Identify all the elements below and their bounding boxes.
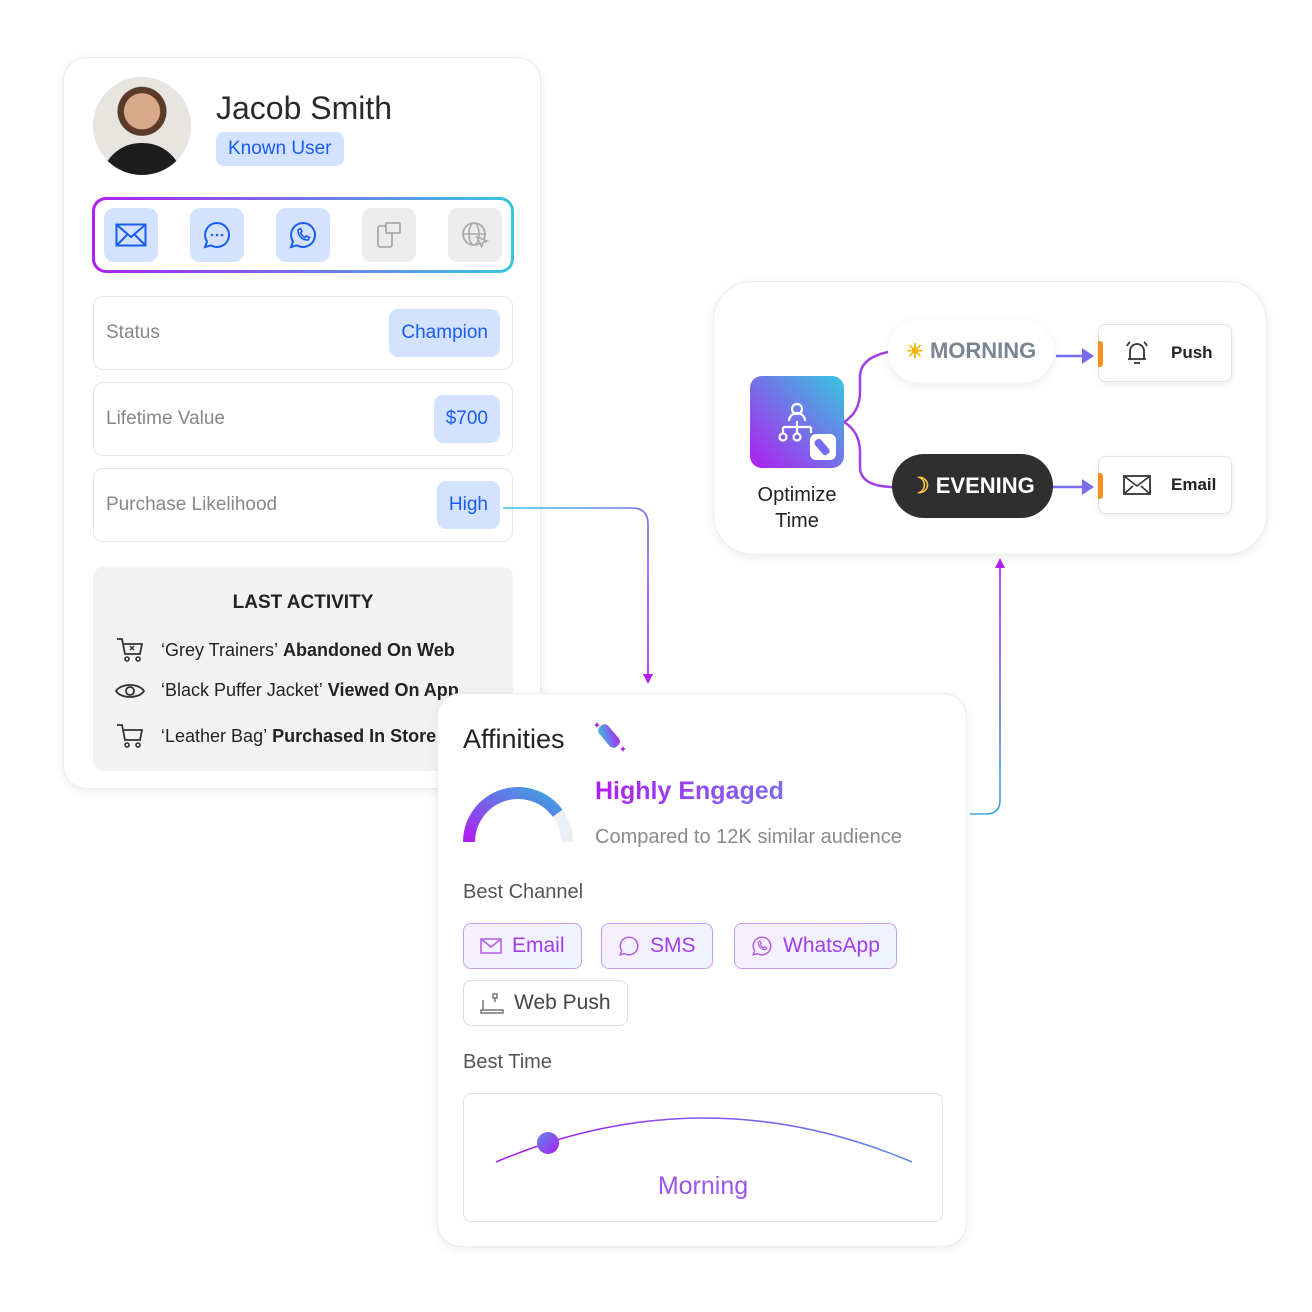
engagement-gauge xyxy=(463,787,573,843)
activity-item: ‘Grey Trainers’ Abandoned On Web xyxy=(115,636,455,664)
channel-whatsapp-button[interactable] xyxy=(276,208,330,262)
eye-icon xyxy=(115,683,145,698)
connector-affinities-to-optimize xyxy=(970,566,1001,815)
best-channel-web-push[interactable]: Web Push xyxy=(463,980,628,1026)
status-row: Status Champion xyxy=(93,296,513,370)
activity-item: ‘Leather Bag’ Purchased In Store xyxy=(115,722,436,750)
time-marker xyxy=(537,1132,559,1154)
channel-sms-button[interactable] xyxy=(190,208,244,262)
status-badge: Champion xyxy=(389,309,500,357)
best-channel-label: Best Channel xyxy=(463,881,584,903)
lifetime-value-row: Lifetime Value $700 xyxy=(93,382,513,456)
channel-email-button[interactable] xyxy=(104,208,158,262)
purchase-likelihood-badge: High xyxy=(436,481,500,529)
email-action-node[interactable]: Email xyxy=(1098,456,1232,514)
morning-node[interactable]: ☀ MORNING xyxy=(888,319,1055,383)
lifetime-value-badge: $700 xyxy=(433,395,500,443)
time-curve xyxy=(495,1117,913,1163)
cart-x-icon xyxy=(117,638,144,662)
web-globe-cursor-icon xyxy=(462,222,490,249)
purchase-likelihood-row: Purchase Likelihood High xyxy=(93,468,513,542)
optimize-time-card: Optimize Time ☀ MORNING ☽ EVENING Push Ema… xyxy=(713,281,1267,555)
in-app-message-icon xyxy=(377,222,401,248)
evening-node[interactable]: ☽ EVENING xyxy=(892,454,1053,518)
bell-icon xyxy=(1126,341,1148,364)
optimize-time-label: Optimize Time xyxy=(757,484,837,532)
best-time-value: Morning xyxy=(657,1172,749,1200)
web-push-icon xyxy=(480,993,504,1014)
comparison-text: Compared to 12K similar audience xyxy=(595,826,902,848)
channel-in-app-button[interactable] xyxy=(362,208,416,262)
user-profile-card: Jacob Smith Known User Status Champion Li… xyxy=(63,57,541,789)
affinities-title: Affinities xyxy=(463,724,565,754)
sms-chat-icon xyxy=(203,221,230,249)
push-action-node[interactable]: Push xyxy=(1098,324,1232,382)
best-time-label: Best Time xyxy=(463,1051,552,1073)
known-user-badge: Known User xyxy=(216,132,344,166)
email-icon xyxy=(480,938,502,954)
engagement-level: Highly Engaged xyxy=(595,777,784,805)
whatsapp-icon xyxy=(289,221,316,249)
best-channel-whatsapp[interactable]: WhatsApp xyxy=(734,923,897,969)
channel-web-button[interactable] xyxy=(448,208,502,262)
email-icon xyxy=(1123,475,1151,495)
cart-icon xyxy=(117,724,144,748)
sun-icon: ☀ xyxy=(906,340,924,363)
channel-icons-bar xyxy=(92,197,514,273)
affinities-card: Affinities Highly Engaged Compared to 12… xyxy=(437,693,967,1247)
user-name: Jacob Smith xyxy=(216,90,393,126)
activity-item: ‘Black Puffer Jacket’ Viewed On App xyxy=(115,680,459,701)
optimize-time-icon xyxy=(750,376,844,468)
whatsapp-icon xyxy=(752,936,772,956)
best-time-chart: Morning xyxy=(463,1093,943,1222)
sms-chat-icon xyxy=(619,936,639,956)
sparkle-ai-icon xyxy=(594,722,626,752)
best-channel-sms[interactable]: SMS xyxy=(601,923,713,969)
email-icon xyxy=(115,223,147,247)
last-activity-title: LAST ACTIVITY xyxy=(232,592,374,613)
best-channel-email[interactable]: Email xyxy=(463,923,582,969)
moon-icon: ☽ xyxy=(910,473,930,498)
avatar xyxy=(93,77,191,175)
